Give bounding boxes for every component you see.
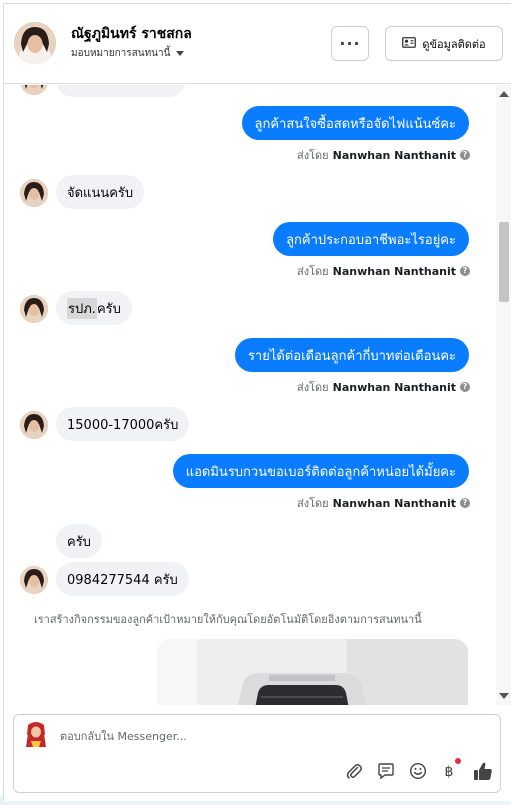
assign-conversation-label: มอบหมายการสนทนานี้: [71, 48, 171, 59]
message-thread[interactable]: ลูกค้าสนใจซื้อสดหรือจัดไฟแน้นซ์คะ ส่งโดย…: [4, 85, 511, 705]
contact-avatar-small: [20, 411, 48, 439]
sent-by-prefix: ส่งโดย: [297, 149, 329, 162]
contact-avatar-small: [20, 566, 48, 594]
notification-dot: [455, 758, 461, 764]
highlighted-text: รปภ.: [67, 297, 97, 319]
view-contact-button[interactable]: ดูข้อมูลติดต่อ: [385, 26, 503, 61]
sent-by-prefix: ส่งโดย: [297, 497, 329, 510]
page-avatar: [24, 721, 48, 749]
message-bubble-outgoing[interactable]: ลูกค้าประกอบอาชีพอะไรอยู่คะ: [273, 222, 469, 256]
caret-down-icon: [176, 51, 185, 56]
reply-input[interactable]: [60, 727, 440, 745]
svg-text:฿: ฿: [445, 764, 454, 780]
assign-conversation-dropdown[interactable]: มอบหมายการสนทนานี้: [71, 46, 185, 61]
sent-by-name: Nanwhan Nanthanit: [332, 380, 456, 394]
message-text: 15000-17000ครับ: [67, 417, 179, 433]
sent-by-label: ส่งโดย Nanwhan Nanthanit ?: [297, 146, 470, 164]
baht-icon[interactable]: ฿: [439, 761, 459, 781]
sent-by-label: ส่งโดย Nanwhan Nanthanit ?: [297, 378, 470, 396]
thumbs-up-icon[interactable]: [473, 761, 493, 781]
message-text: ครับ: [96, 301, 121, 317]
sent-by-prefix: ส่งโดย: [297, 265, 329, 278]
paperclip-icon[interactable]: [344, 761, 364, 781]
contact-avatar-small: [20, 295, 48, 323]
question-icon[interactable]: ?: [460, 382, 470, 392]
system-note: เราสร้างกิจกรรมของลูกค้าเป้าหมายให้กับคุ…: [34, 613, 422, 626]
message-text: ลูกค้าประกอบอาชีพอะไรอยู่คะ: [286, 232, 456, 248]
more-options-button[interactable]: ···: [331, 26, 369, 61]
message-bubble-incoming[interactable]: 0984277544 ครับ: [56, 562, 189, 596]
message-text: ครับ: [67, 534, 91, 550]
view-contact-label: ดูข้อมูลติดต่อ: [422, 37, 486, 51]
scrollbar-thumb[interactable]: [499, 222, 509, 302]
contact-name: ณัฐภูมินทร์ ราชสกล: [71, 26, 192, 42]
sent-by-name: Nanwhan Nanthanit: [332, 496, 456, 510]
sent-by-name: Nanwhan Nanthanit: [332, 264, 456, 278]
message-bubble-outgoing[interactable]: ลูกค้าสนใจซื้อสดหรือจัดไฟแน้นซ์คะ: [241, 106, 469, 140]
vehicle-photo[interactable]: [157, 639, 468, 705]
question-icon[interactable]: ?: [460, 498, 470, 508]
sent-by-label: ส่งโดย Nanwhan Nanthanit ?: [297, 494, 470, 512]
scroll-up-arrow-icon[interactable]: [499, 91, 509, 97]
conversation-header: ณัฐภูมินทร์ ราชสกล มอบหมายการสนทนานี้ ··…: [4, 4, 511, 84]
message-text: รายได้ต่อเดือนลูกค้ากี่บาทต่อเดือนคะ: [247, 348, 456, 364]
message-text: ลูกค้าสนใจซื้อสดหรือจัดไฟแน้นซ์คะ: [254, 116, 456, 132]
message-bubble-outgoing[interactable]: รายได้ต่อเดือนลูกค้ากี่บาทต่อเดือนคะ: [234, 338, 469, 372]
contact-avatar-small: [20, 179, 48, 207]
previous-message-bubble: [56, 85, 186, 97]
message-bubble-incoming[interactable]: 15000-17000ครับ: [56, 407, 190, 441]
message-bubble-incoming[interactable]: จัดแนนครับ: [56, 175, 145, 209]
message-bubble-incoming[interactable]: รปภ. ครับ: [56, 291, 132, 325]
message-text: 0984277544 ครับ: [67, 572, 178, 588]
contact-card-icon: [402, 36, 417, 51]
question-icon[interactable]: ?: [460, 266, 470, 276]
note-icon[interactable]: [376, 761, 396, 781]
contact-avatar-small: [20, 85, 48, 95]
sent-by-prefix: ส่งโดย: [297, 381, 329, 394]
scroll-down-arrow-icon[interactable]: [499, 693, 509, 699]
messenger-panel: ณัฐภูมินทร์ ราชสกล มอบหมายการสนทนานี้ ··…: [3, 3, 511, 801]
message-text: แอดมินรบกวนขอเบอร์ติดต่อลูกค้าหน่อยได้มั…: [185, 464, 456, 480]
contact-avatar[interactable]: [14, 22, 56, 64]
reply-composer: ฿: [13, 714, 501, 793]
sent-by-label: ส่งโดย Nanwhan Nanthanit ?: [297, 262, 470, 280]
message-text: จัดแนนครับ: [67, 185, 134, 201]
sent-by-name: Nanwhan Nanthanit: [332, 148, 456, 162]
emoji-icon[interactable]: [408, 761, 428, 781]
message-bubble-outgoing[interactable]: แอดมินรบกวนขอเบอร์ติดต่อลูกค้าหน่อยได้มั…: [172, 454, 469, 488]
more-dots-icon: ···: [339, 34, 361, 53]
message-bubble-incoming[interactable]: ครับ: [56, 524, 102, 558]
question-icon[interactable]: ?: [460, 150, 470, 160]
scrollbar-track[interactable]: [496, 85, 511, 705]
